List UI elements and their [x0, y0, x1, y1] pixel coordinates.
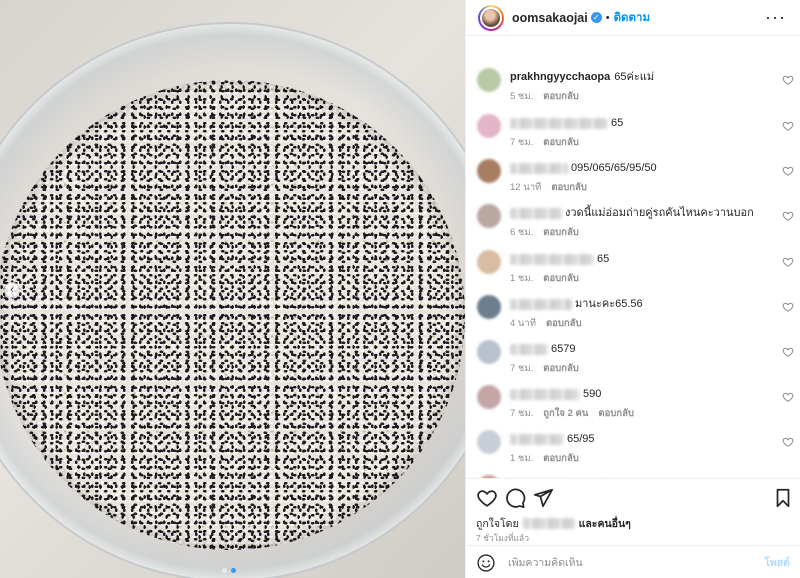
comment-item: 65 7 ชม. ตอบกลับ: [466, 96, 800, 148]
comment-text: งวดนี้แม่อ่อมถ่ายคู่รถคันไหนคะวานบอก: [565, 207, 754, 219]
blurred-username[interactable]: [510, 433, 564, 445]
comment-item: 653👏: [466, 457, 800, 478]
comment-text: 65ค่ะแม่: [614, 71, 655, 83]
comment-like-heart-icon[interactable]: [782, 74, 794, 86]
comment-like-heart-icon[interactable]: [782, 210, 794, 222]
blurred-username[interactable]: [510, 117, 608, 129]
comment-item: 095/065/65/95/50 12 นาที ตอบกลับ: [466, 141, 800, 193]
carousel-dot-2: [231, 568, 236, 573]
blurred-liker-name[interactable]: [522, 518, 575, 529]
post-image: ‹: [0, 0, 465, 578]
carousel-prev-button[interactable]: ‹: [4, 282, 20, 298]
comment-item: prakhngyycchaopa 65ค่ะแม่ 5 ชม. ตอบกลับ: [466, 50, 800, 102]
like-heart-icon[interactable]: [476, 487, 498, 509]
verified-badge-icon: ✓: [590, 12, 602, 23]
add-comment-bar: โพสต์: [466, 545, 800, 578]
comment-body: มานะคะ65.56: [510, 297, 643, 311]
comment-avatar[interactable]: [477, 295, 501, 319]
comment-text: 095/065/65/95/50: [571, 162, 657, 174]
comment-bubble-icon[interactable]: [504, 487, 526, 509]
comment-item: มานะคะ65.56 4 นาที ตอบกลับ: [466, 277, 800, 329]
comment-text: 6579: [551, 343, 576, 355]
comment-body: 095/065/65/95/50: [510, 161, 657, 175]
comment-text: 590: [583, 388, 602, 400]
profile-username[interactable]: oomsakaojai: [512, 11, 588, 25]
comment-text: 65: [611, 117, 624, 129]
post-timestamp: 7 ชั่วโมงที่แล้ว: [476, 533, 530, 543]
comment-like-heart-icon[interactable]: [782, 436, 794, 448]
comment-avatar[interactable]: [477, 340, 501, 364]
liked-by-suffix: และคนอื่นๆ: [578, 518, 631, 530]
comment-body: 65/95: [510, 432, 595, 446]
comment-body: 65: [510, 252, 609, 266]
comment-list: prakhngyycchaopa 65ค่ะแม่ 5 ชม. ตอบกลับ 65 7 …: [466, 36, 800, 478]
profile-avatar[interactable]: [478, 4, 504, 31]
comment-body: งวดนี้แม่อ่อมถ่ายคู่รถคันไหนคะวานบอก: [510, 206, 754, 220]
blurred-username[interactable]: [510, 298, 572, 310]
likes-summary[interactable]: ถูกใจโดย และคนอื่นๆ: [476, 515, 631, 532]
comment-avatar[interactable]: [477, 430, 501, 454]
comment-text: มานะคะ65.56: [575, 298, 643, 310]
follow-button[interactable]: ติดตาม: [614, 9, 650, 27]
post-comment-button[interactable]: โพสต์: [764, 554, 790, 571]
save-bookmark-icon[interactable]: [772, 487, 794, 509]
comment-item: 590 7 ชม. ถูกใจ 2 คน ตอบกลับ: [466, 367, 800, 419]
blurred-username[interactable]: [510, 388, 580, 400]
blurred-username[interactable]: [510, 162, 568, 174]
comment-item: 65 1 ชม. ตอบกลับ: [466, 232, 800, 284]
comment-body: 590: [510, 387, 601, 401]
carousel-dot-1: [222, 568, 227, 573]
comment-like-heart-icon[interactable]: [782, 391, 794, 403]
comment-body: 6579: [510, 342, 575, 356]
post-sidebar: oomsakaojai ✓ • ติดตาม ··· prakhngyyccha…: [465, 0, 800, 578]
comment-body: prakhngyycchaopa 65ค่ะแม่: [510, 70, 654, 84]
header-separator: •: [605, 11, 610, 24]
comment-avatar[interactable]: [477, 159, 501, 183]
comment-text: 65: [597, 253, 610, 265]
emoji-icon[interactable]: [476, 553, 496, 573]
share-send-icon[interactable]: [532, 487, 554, 509]
blurred-username[interactable]: [510, 207, 562, 219]
seed-mixture: [0, 80, 465, 550]
comment-avatar[interactable]: [477, 250, 501, 274]
comment-like-heart-icon[interactable]: [782, 346, 794, 358]
carousel-indicator: [222, 568, 236, 573]
comment-avatar[interactable]: [477, 68, 501, 92]
comment-avatar[interactable]: [477, 385, 501, 409]
comment-item: 6579 7 ชม. ตอบกลับ: [466, 322, 800, 374]
comment-input[interactable]: [508, 556, 765, 569]
comment-like-heart-icon[interactable]: [782, 120, 794, 132]
comment-like-heart-icon[interactable]: [782, 301, 794, 313]
comment-avatar[interactable]: [477, 114, 501, 138]
comment-text: 65/95: [567, 433, 595, 445]
comment-like-heart-icon[interactable]: [782, 165, 794, 177]
comment-like-heart-icon[interactable]: [782, 256, 794, 268]
post-header: oomsakaojai ✓ • ติดตาม ···: [466, 0, 800, 36]
comment-avatar[interactable]: [477, 204, 501, 228]
comment-item: งวดนี้แม่อ่อมถ่ายคู่รถคันไหนคะวานบอก 6 ชม…: [466, 186, 800, 238]
liked-by-prefix: ถูกใจโดย: [476, 518, 519, 530]
more-options-icon[interactable]: ···: [765, 7, 786, 28]
comment-username[interactable]: prakhngyycchaopa: [510, 70, 610, 84]
post-actions: ถูกใจโดย และคนอื่นๆ 7 ชั่วโมงที่แล้ว โพส…: [466, 478, 800, 578]
comment-body: 65: [510, 116, 623, 130]
comment-item: 65/95 1 ชม. ตอบกลับ: [466, 412, 800, 464]
blurred-username[interactable]: [510, 253, 594, 265]
blurred-username[interactable]: [510, 343, 548, 355]
